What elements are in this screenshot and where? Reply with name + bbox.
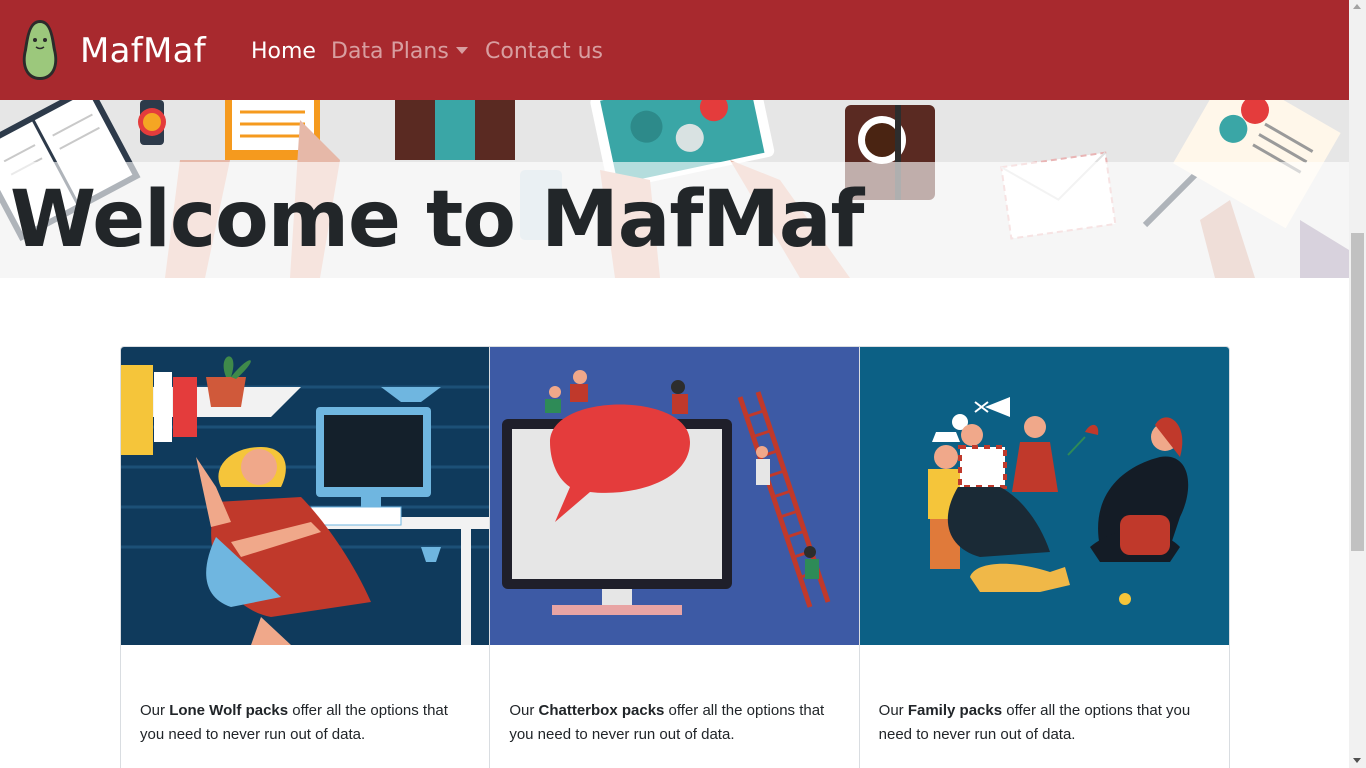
scroll-down-arrow-icon[interactable] [1353,758,1361,763]
card-family: Our Family packs offer all the options t… [859,347,1229,768]
card-lone-wolf: Our Lone Wolf packs offer all the option… [121,347,491,768]
card-image-chatterbox [490,347,859,645]
card-text-family: Our Family packs offer all the options t… [878,702,1191,743]
plan-name: Family packs [907,702,1003,719]
page-scrollbar[interactable] [1349,0,1366,768]
scrollbar-thumb[interactable] [1351,233,1364,551]
card-image-family [859,347,1229,645]
plans-card-deck: Our Lone Wolf packs offer all the option… [120,346,1230,768]
nav-home[interactable]: Home [251,36,316,68]
navbar: MafMaf Home Data Plans Contact us [0,0,1349,100]
nav-contact[interactable]: Contact us [485,36,603,68]
scroll-up-arrow-icon[interactable] [1353,4,1361,9]
plan-name: Lone Wolf packs [169,702,289,719]
plan-name: Chatterbox packs [538,702,665,719]
hero-banner: Welcome to MafMaf [0,100,1349,278]
card-chatterbox: Our Chatterbox packs offer all the optio… [490,347,860,768]
nav-data-plans[interactable]: Data Plans [331,36,449,68]
card-image-lone-wolf [121,347,490,645]
card-text-chatterbox: Our Chatterbox packs offer all the optio… [509,702,825,743]
card-text-lone-wolf: Our Lone Wolf packs offer all the option… [140,702,448,743]
page-title: Welcome to MafMaf [10,175,864,265]
brand-name[interactable]: MafMaf [80,26,206,76]
caret-down-icon[interactable] [456,47,468,54]
avocado-logo-icon[interactable] [18,18,62,82]
